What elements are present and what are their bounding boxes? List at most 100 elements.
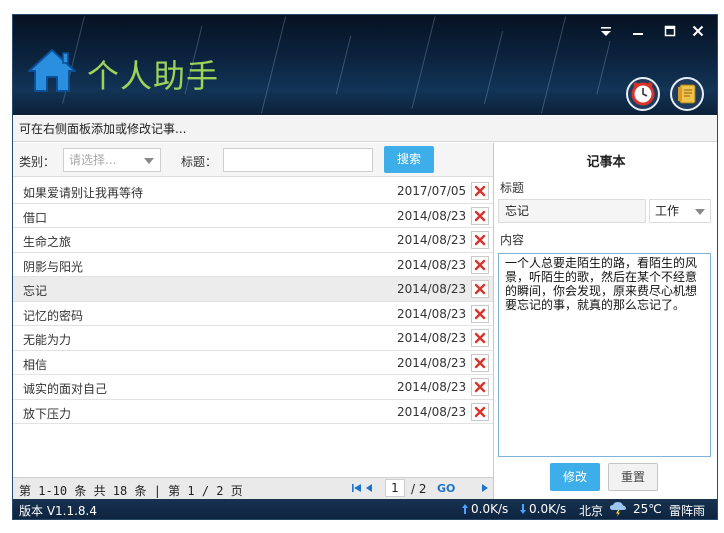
note-date: 2014/08/23 (397, 380, 467, 394)
notes-list: 如果爱请别让我再等待 2017/07/05 借口 2014/08/23 生命之旅 2014… (13, 179, 493, 424)
note-date: 2014/08/23 (397, 404, 467, 419)
note-date: 2014/08/23 (397, 306, 467, 321)
weather-text: 雷阵雨 (669, 504, 706, 518)
delete-button[interactable] (471, 304, 489, 323)
close-button[interactable] (687, 21, 709, 41)
chevron-down-icon (144, 158, 154, 164)
rain-decoration (596, 40, 611, 95)
delete-button[interactable] (471, 182, 489, 200)
edit-button[interactable]: 修改 (550, 463, 600, 491)
rain-decoration (411, 16, 436, 109)
maximize-icon (664, 25, 676, 37)
upload-arrow-icon (462, 504, 468, 514)
note-date: 2014/08/23 (397, 331, 467, 345)
category-label: 类别： (19, 155, 56, 169)
note-title: 放下压力 (23, 406, 72, 421)
note-title: 忘记 (23, 284, 48, 298)
note-title: 相信 (23, 357, 48, 372)
notebook-icon (678, 84, 696, 104)
app-window: 个人助手 可在右侧面板添加或修改记事... 类别： 请选择... 标题： 搜索 … (12, 14, 718, 520)
list-item[interactable]: 诚实的面对自己 2014/08/23 (13, 375, 493, 400)
delete-icon (474, 185, 486, 197)
note-title: 生命之旅 (23, 235, 72, 249)
note-title: 阴影与阳光 (23, 259, 84, 274)
list-item[interactable]: 忘记 2014/08/23 (13, 277, 493, 302)
delete-button[interactable] (471, 329, 489, 347)
list-item[interactable]: 阴影与阳光 2014/08/23 (13, 253, 493, 277)
editor-category-select[interactable]: 工作 (649, 199, 711, 223)
list-item[interactable]: 放下压力 2014/08/23 (13, 400, 493, 424)
reset-button[interactable]: 重置 (608, 463, 658, 491)
delete-icon (474, 210, 486, 221)
delete-icon (474, 381, 486, 393)
delete-button[interactable] (471, 231, 489, 249)
note-title: 记忆的密码 (23, 308, 84, 323)
editor-title-input[interactable]: 忘记 (498, 199, 646, 223)
delete-button[interactable] (471, 402, 489, 421)
list-item[interactable]: 如果爱请别让我再等待 2017/07/05 (13, 179, 493, 204)
menu-dropdown-button[interactable] (595, 21, 617, 41)
rain-decoration (260, 16, 287, 114)
editor-content-label: 内容 (500, 233, 525, 247)
notes-list-panel: 类别： 请选择... 标题： 搜索 如果爱请别让我再等待 2017/07/05 借口… (13, 143, 494, 499)
thunderstorm-icon (610, 502, 626, 517)
rain-decoration (540, 16, 567, 114)
delete-button[interactable] (471, 206, 489, 225)
delete-icon (474, 259, 486, 270)
editor-panel: 记事本 标题 忘记 工作 内容 一个人总要走陌生的路，看陌生的风景，听陌生的歌，… (495, 143, 717, 499)
notebook-button[interactable] (670, 77, 704, 111)
temperature-text: 25℃ (633, 502, 662, 516)
list-item[interactable]: 无能为力 2014/08/23 (13, 326, 493, 351)
note-title: 无能为力 (23, 333, 72, 347)
list-item[interactable]: 记忆的密码 2014/08/23 (13, 302, 493, 326)
page-total: / 2 (411, 482, 427, 496)
city-text: 北京 (579, 504, 604, 518)
menu-dropdown-icon (601, 27, 611, 36)
note-date: 2014/08/23 (397, 233, 467, 247)
download-speed: 0.0K/s (529, 502, 567, 516)
maximize-button[interactable] (659, 21, 681, 41)
minimize-icon (633, 33, 643, 35)
prev-page-icon[interactable] (365, 483, 373, 493)
hint-bar: 可在右侧面板添加或修改记事... (13, 116, 717, 142)
editor-title-label: 标题 (500, 181, 525, 195)
home-icon (28, 49, 76, 92)
first-page-icon[interactable] (351, 483, 363, 493)
pager: 第 1-10 条 共 18 条 | 第 1 / 2 页 1 / 2 GO (13, 477, 493, 499)
list-item[interactable]: 生命之旅 2014/08/23 (13, 228, 493, 253)
editor-category-value: 工作 (655, 204, 680, 218)
title-filter-input[interactable] (223, 148, 373, 172)
next-page-icon[interactable] (481, 483, 489, 493)
title-filter-label: 标题： (181, 155, 218, 169)
editor-content-textarea[interactable]: 一个人总要走陌生的路，看陌生的风景，听陌生的歌，然后在某个不经意的瞬间，你会发现… (498, 253, 711, 457)
delete-button[interactable] (471, 353, 489, 372)
note-title: 借口 (23, 210, 48, 225)
list-item[interactable]: 借口 2014/08/23 (13, 204, 493, 228)
rain-decoration (335, 35, 352, 95)
note-date: 2017/07/05 (397, 184, 467, 198)
search-button[interactable]: 搜索 (384, 146, 434, 173)
delete-icon (474, 308, 486, 319)
category-placeholder: 请选择... (69, 153, 117, 167)
app-title: 个人助手 (87, 57, 220, 95)
delete-button[interactable] (471, 280, 489, 298)
delete-icon (474, 332, 486, 344)
minimize-button[interactable] (627, 21, 649, 41)
delete-icon (474, 406, 486, 417)
category-select[interactable]: 请选择... (63, 148, 161, 172)
go-button[interactable]: GO (437, 482, 455, 495)
page-number-input[interactable]: 1 (385, 479, 405, 497)
filter-bar: 类别： 请选择... 标题： 搜索 (13, 143, 493, 177)
note-date: 2014/08/23 (397, 282, 467, 296)
note-title: 诚实的面对自己 (23, 382, 108, 396)
app-header: 个人助手 (13, 15, 717, 115)
delete-button[interactable] (471, 255, 489, 274)
delete-icon (474, 357, 486, 368)
note-title: 如果爱请别让我再等待 (23, 186, 144, 200)
download-arrow-icon (520, 504, 526, 514)
note-date: 2014/08/23 (397, 257, 467, 272)
clock-icon (631, 82, 655, 106)
delete-button[interactable] (471, 378, 489, 396)
list-item[interactable]: 相信 2014/08/23 (13, 351, 493, 375)
clock-button[interactable] (626, 77, 660, 111)
